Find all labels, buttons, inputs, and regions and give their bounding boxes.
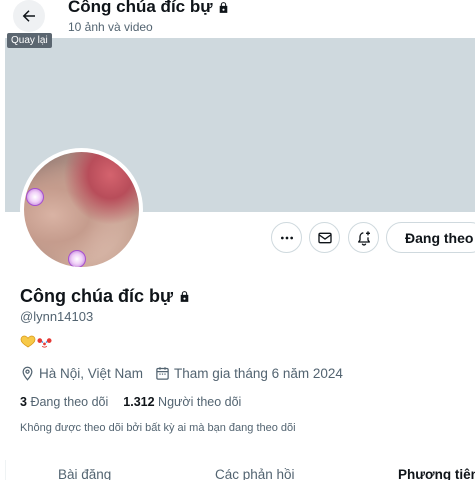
lock-icon (178, 290, 191, 303)
back-tooltip: Quay lại (7, 33, 52, 48)
header-subtitle: 10 ảnh và video (68, 20, 153, 34)
heart-hands-emoji-icon (20, 335, 36, 348)
followers-count: 1.312 (123, 395, 155, 409)
clown-face-emoji-icon (37, 337, 52, 350)
profile-tabs: Bài đăng Các phản hồi Phương tiện (0, 460, 475, 480)
location: Hà Nội, Việt Nam (20, 366, 143, 381)
profile-handle: @lynn14103 (20, 309, 94, 324)
unicorn-sticker-icon (26, 188, 44, 206)
follow-stats: 3 Đang theo dõi 1.312 Người theo dõi (20, 395, 256, 409)
followers-stat[interactable]: 1.312 Người theo dõi (123, 395, 241, 409)
location-pin-icon (22, 366, 33, 381)
join-date: Tham gia tháng 6 năm 2024 (155, 366, 343, 381)
following-button[interactable]: Đang theo (386, 222, 475, 253)
profile-bio (20, 335, 52, 350)
tab-posts[interactable]: Bài đăng (58, 467, 111, 480)
tab-media[interactable]: Phương tiện (398, 467, 475, 480)
back-button[interactable] (13, 0, 45, 32)
notify-button[interactable] (348, 222, 379, 253)
arrow-left-icon (22, 10, 35, 22)
message-button[interactable] (309, 222, 340, 253)
profile-meta: Hà Nội, Việt Nam Tham gia tháng 6 năm 20… (20, 366, 355, 381)
following-stat[interactable]: 3 Đang theo dõi (20, 395, 108, 409)
header-title-text: Công chúa đíc bự (68, 0, 213, 16)
avatar[interactable] (20, 148, 143, 271)
envelope-icon (317, 232, 332, 243)
more-button[interactable] (271, 222, 302, 253)
lock-icon (217, 1, 230, 14)
calendar-icon (156, 367, 169, 380)
followers-label: Người theo dõi (158, 395, 242, 409)
followed-by-note: Không được theo dõi bởi bất kỳ ai mà bạn… (20, 422, 296, 434)
top-bar: Công chúa đíc bự 10 ảnh và video (0, 0, 475, 38)
tab-replies[interactable]: Các phản hồi (215, 467, 295, 480)
more-horizontal-icon (280, 236, 293, 239)
profile-name: Công chúa đíc bự (20, 286, 191, 307)
join-date-text: Tham gia tháng 6 năm 2024 (174, 366, 343, 381)
unicorn-sticker-icon (68, 250, 86, 267)
header-title: Công chúa đíc bự (68, 0, 230, 17)
bell-plus-icon (357, 230, 370, 246)
location-text: Hà Nội, Việt Nam (39, 366, 144, 381)
following-label: Đang theo dõi (30, 395, 109, 409)
profile-name-text: Công chúa đíc bự (20, 286, 174, 306)
following-count: 3 (20, 395, 27, 409)
